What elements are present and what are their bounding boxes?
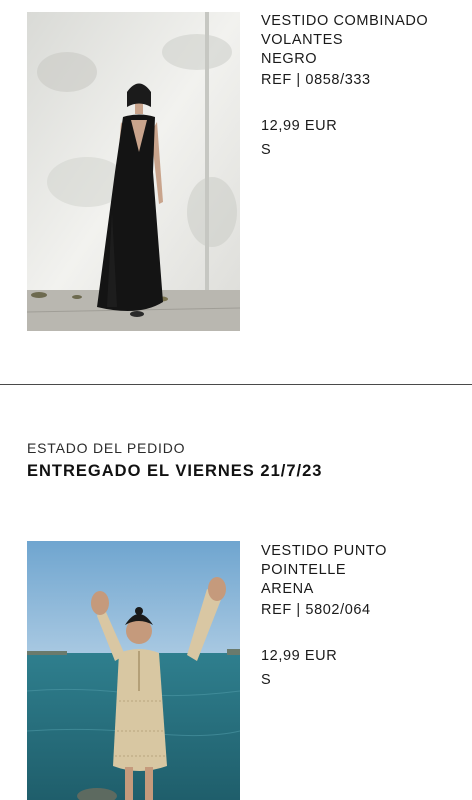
product-size: S xyxy=(261,672,272,688)
order-status-label: ESTADO DEL PEDIDO xyxy=(27,440,186,456)
section-divider xyxy=(0,384,472,385)
product-image-black-dress[interactable] xyxy=(27,12,240,331)
product-ref: REF | 5802/064 xyxy=(261,602,371,618)
product-size: S xyxy=(261,142,272,158)
product-name: VESTIDO PUNTO POINTELLE ARENA xyxy=(261,543,387,597)
product-name: VESTIDO COMBINADO VOLANTES NEGRO xyxy=(261,13,429,67)
product-price: 12,99 EUR xyxy=(261,118,338,134)
product-image-crochet-dress[interactable] xyxy=(27,541,240,800)
order-status-value: ENTREGADO EL VIERNES 21/7/23 xyxy=(27,462,323,480)
order-item[interactable]: VESTIDO PUNTO POINTELLE ARENA REF | 5802… xyxy=(0,530,472,800)
product-details: VESTIDO PUNTO POINTELLE ARENA REF | 5802… xyxy=(261,542,461,690)
product-ref: REF | 0858/333 xyxy=(261,72,371,88)
order-item[interactable]: VESTIDO COMBINADO VOLANTES NEGRO REF | 0… xyxy=(0,0,472,340)
product-details: VESTIDO COMBINADO VOLANTES NEGRO REF | 0… xyxy=(261,12,461,160)
product-price: 12,99 EUR xyxy=(261,648,338,664)
